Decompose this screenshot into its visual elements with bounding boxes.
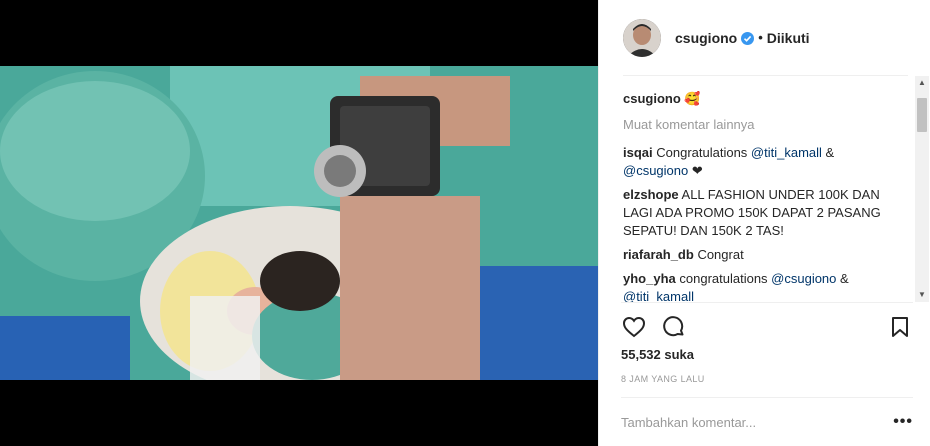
comment-author[interactable]: isqai — [623, 145, 653, 160]
comment-author[interactable]: riafarah_db — [623, 247, 694, 262]
heart-icon — [622, 316, 646, 337]
post-photo[interactable] — [0, 66, 598, 380]
comment-item: riafarah_db Congrat — [623, 246, 903, 264]
caption-author[interactable]: csugiono — [623, 91, 681, 106]
save-button[interactable] — [887, 314, 913, 340]
comment-text: Congrat — [697, 247, 744, 262]
username-link[interactable]: csugiono — [675, 30, 737, 46]
bookmark-icon — [892, 316, 908, 337]
mention-link[interactable]: @titi_kamall — [623, 289, 694, 302]
photo-illustration — [0, 66, 598, 380]
add-comment-input[interactable]: Tambahkan komentar... — [621, 415, 756, 430]
like-button[interactable] — [621, 314, 647, 340]
comment-text: & — [836, 271, 849, 286]
scroll-down-arrow-icon[interactable]: ▼ — [915, 288, 929, 302]
post-actions — [621, 302, 913, 350]
comment-item: elzshope ALL FASHION UNDER 100K DAN LAGI… — [623, 186, 903, 240]
header-separator: • — [758, 30, 763, 45]
comment-text: & — [821, 145, 835, 160]
comments-list: csugiono 🥰 Muat komentar lainnya isqai C… — [623, 86, 913, 302]
comment-bubble-icon — [663, 315, 684, 336]
scrollbar-thumb[interactable] — [917, 98, 927, 132]
comment-item: yho_yha congratulations @csugiono & @tit… — [623, 270, 903, 302]
mention-link[interactable]: @csugiono — [771, 271, 836, 286]
load-more-comments-link[interactable]: Muat komentar lainnya — [623, 116, 913, 134]
heart-emoji: ❤ — [688, 163, 703, 178]
post-details-panel: csugiono • Diikuti csugiono 🥰 Muat komen… — [598, 0, 930, 446]
follow-status-button[interactable]: Diikuti — [767, 30, 810, 46]
comment-button[interactable] — [661, 314, 687, 340]
instagram-post-view: csugiono • Diikuti csugiono 🥰 Muat komen… — [0, 0, 930, 446]
comment-text: Congratulations — [656, 145, 751, 160]
comment-item: isqai Congratulations @titi_kamall & @cs… — [623, 144, 903, 180]
comment-author[interactable]: elzshope — [623, 187, 679, 202]
comments-scrollbar[interactable]: ▲ ▼ — [915, 76, 929, 302]
scroll-up-arrow-icon[interactable]: ▲ — [915, 76, 929, 90]
media-area — [0, 0, 598, 446]
post-header: csugiono • Diikuti — [599, 0, 930, 76]
more-options-icon[interactable]: ••• — [893, 413, 913, 431]
caption: csugiono 🥰 — [623, 90, 913, 108]
add-comment-bar: Tambahkan komentar... ••• — [621, 397, 913, 446]
comment-text: congratulations — [679, 271, 772, 286]
likes-count[interactable]: 55,532 suka — [621, 347, 694, 362]
verified-badge-icon — [741, 32, 755, 45]
mention-link[interactable]: @csugiono — [623, 163, 688, 178]
post-timestamp[interactable]: 8 JAM YANG LALU — [621, 374, 705, 384]
caption-emoji: 🥰 — [684, 91, 701, 106]
mention-link[interactable]: @titi_kamall — [751, 145, 822, 160]
comment-author[interactable]: yho_yha — [623, 271, 676, 286]
user-avatar[interactable] — [623, 18, 661, 57]
